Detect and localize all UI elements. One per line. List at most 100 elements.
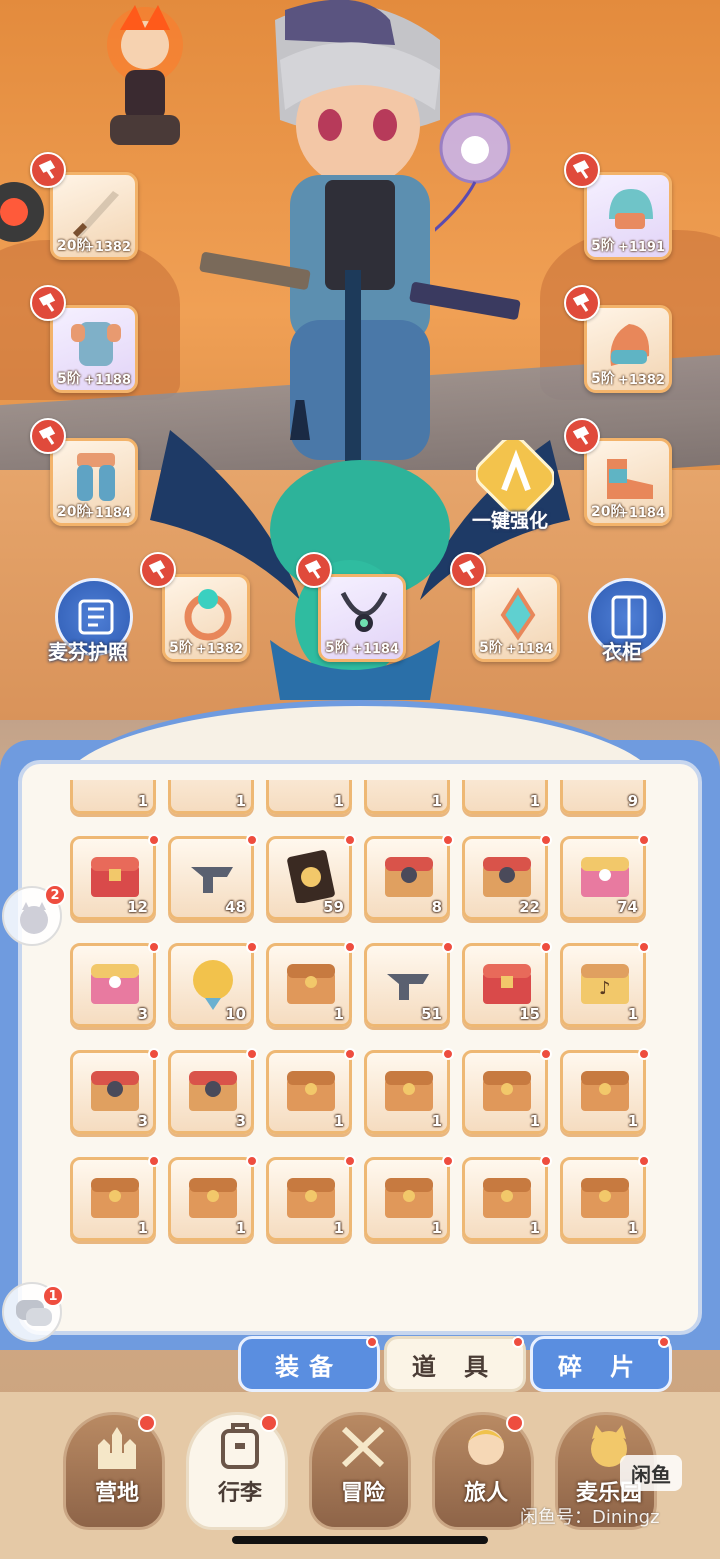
- wardrobe-label: 衣柜: [602, 640, 642, 664]
- notification-dot: [344, 1048, 356, 1060]
- inventory-item[interactable]: 1: [560, 1157, 646, 1241]
- inventory-grid[interactable]: 1 1 1 1 1 9 12 48 59 8 22 74 3 10 1 51 15 ♪ 1 3 3 1 1 1 1 1 1 1 1 1 1: [66, 780, 658, 1255]
- slot-bonus: +1184: [617, 506, 665, 521]
- inventory-item[interactable]: 51: [364, 943, 450, 1027]
- chest-orb-icon: [91, 1071, 139, 1111]
- item-count: 1: [137, 792, 148, 810]
- equip-slot-pants[interactable]: 20阶 +1184: [50, 438, 138, 526]
- inventory-item[interactable]: 1: [462, 780, 548, 814]
- inventory-item[interactable]: 1: [560, 1050, 646, 1134]
- inventory-item[interactable]: 1: [364, 1050, 450, 1134]
- inventory-item[interactable]: 8: [364, 836, 450, 920]
- tab-equipment[interactable]: 装备: [238, 1336, 380, 1392]
- notification-dot: [366, 1336, 378, 1348]
- golden-orb-icon: [193, 960, 233, 1010]
- item-count: 1: [529, 1112, 540, 1130]
- passport-label: 麦芬护照: [48, 640, 128, 664]
- inventory-item[interactable]: 3: [70, 943, 156, 1027]
- item-count: 1: [431, 1112, 442, 1130]
- inventory-item[interactable]: 74: [560, 836, 646, 920]
- inventory-item[interactable]: 15: [462, 943, 548, 1027]
- nav-label: 营地: [94, 1481, 139, 1506]
- chest-orb-icon: [385, 857, 433, 897]
- wood-chest-icon: [91, 1178, 139, 1218]
- tab-label: 道 具: [411, 1352, 499, 1381]
- inventory-item[interactable]: 10: [168, 943, 254, 1027]
- item-count: 3: [137, 1112, 148, 1130]
- notification-dot: [442, 1048, 454, 1060]
- inventory-item[interactable]: 9: [560, 780, 646, 814]
- item-count: 1: [137, 1219, 148, 1237]
- inventory-item[interactable]: ♪ 1: [560, 943, 646, 1027]
- inventory-item[interactable]: 12: [70, 836, 156, 920]
- item-count: 9: [627, 792, 638, 810]
- notification-dot: [260, 1414, 278, 1432]
- tab-fragments[interactable]: 碎 片: [530, 1336, 672, 1392]
- item-count: 1: [627, 1005, 638, 1023]
- inventory-item[interactable]: 1: [266, 1050, 352, 1134]
- home-indicator[interactable]: [232, 1536, 488, 1544]
- enhance-label: 一键强化: [472, 510, 549, 532]
- inventory-item[interactable]: 1: [168, 780, 254, 814]
- item-count: 1: [235, 792, 246, 810]
- inventory-item[interactable]: 48: [168, 836, 254, 920]
- inventory-item[interactable]: 1: [266, 1157, 352, 1241]
- item-count: 3: [137, 1005, 148, 1023]
- notification-dot: [638, 1155, 650, 1167]
- inventory-item[interactable]: 3: [70, 1050, 156, 1134]
- notification-dot: [540, 941, 552, 953]
- inventory-item[interactable]: 22: [462, 836, 548, 920]
- inventory-item[interactable]: 1: [266, 780, 352, 814]
- upgrade-hammer-icon[interactable]: [140, 552, 176, 588]
- upgrade-hammer-icon[interactable]: [564, 285, 600, 321]
- notification-dot: [344, 1155, 356, 1167]
- nav-adventure[interactable]: 冒险: [309, 1412, 411, 1530]
- nav-label: 行李: [217, 1481, 262, 1506]
- item-count: 51: [421, 1005, 442, 1023]
- inventory-item[interactable]: 1: [462, 1157, 548, 1241]
- item-count: 48: [225, 898, 246, 916]
- item-count: 1: [235, 1219, 246, 1237]
- upgrade-hammer-icon[interactable]: [564, 418, 600, 454]
- red-chest-icon: [91, 857, 139, 897]
- wood-chest-icon: [287, 964, 335, 1004]
- equip-slot-ring[interactable]: 5阶 +1382: [162, 574, 250, 662]
- notification-dot: [148, 1048, 160, 1060]
- equip-slot-weapon[interactable]: 20阶 +1382: [50, 172, 138, 260]
- equip-slot-boots[interactable]: 20阶 +1184: [584, 438, 672, 526]
- upgrade-hammer-icon[interactable]: [30, 285, 66, 321]
- inventory-item[interactable]: 1: [70, 780, 156, 814]
- notification-dot: [638, 834, 650, 846]
- upgrade-hammer-icon[interactable]: [296, 552, 332, 588]
- notification-dot: [148, 941, 160, 953]
- inventory-item[interactable]: 1: [70, 1157, 156, 1241]
- upgrade-hammer-icon[interactable]: [564, 152, 600, 188]
- upgrade-hammer-icon[interactable]: [450, 552, 486, 588]
- inventory-item[interactable]: 1: [462, 1050, 548, 1134]
- inventory-item[interactable]: 1: [266, 943, 352, 1027]
- anvil-icon: [191, 867, 233, 893]
- tab-items[interactable]: 道 具: [384, 1336, 526, 1392]
- equip-slot-amulet[interactable]: 5阶 +1184: [472, 574, 560, 662]
- notification-dot: [512, 1336, 524, 1348]
- inventory-item[interactable]: 59: [266, 836, 352, 920]
- slot-bonus: +1382: [195, 642, 243, 657]
- equip-slot-gloves[interactable]: 5阶 +1382: [584, 305, 672, 393]
- inventory-item[interactable]: 1: [168, 1157, 254, 1241]
- inventory-item[interactable]: 1: [364, 780, 450, 814]
- anvil-icon: [387, 974, 429, 1000]
- equip-slot-armor[interactable]: 5阶 +1188: [50, 305, 138, 393]
- item-count: 15: [519, 1005, 540, 1023]
- upgrade-hammer-icon[interactable]: [30, 418, 66, 454]
- equip-slot-necklace[interactable]: 5阶 +1184: [318, 574, 406, 662]
- pet-badge: 2: [44, 884, 66, 906]
- item-count: 1: [529, 1219, 540, 1237]
- equip-slot-helmet[interactable]: 5阶 +1191: [584, 172, 672, 260]
- one-click-enhance-button[interactable]: 一键强化: [470, 440, 560, 532]
- slot-bonus: +1184: [351, 642, 399, 657]
- inventory-item[interactable]: 3: [168, 1050, 254, 1134]
- upgrade-hammer-icon[interactable]: [30, 152, 66, 188]
- notification-dot: [138, 1414, 156, 1432]
- inventory-item[interactable]: 1: [364, 1157, 450, 1241]
- nav-label: 冒险: [340, 1481, 385, 1506]
